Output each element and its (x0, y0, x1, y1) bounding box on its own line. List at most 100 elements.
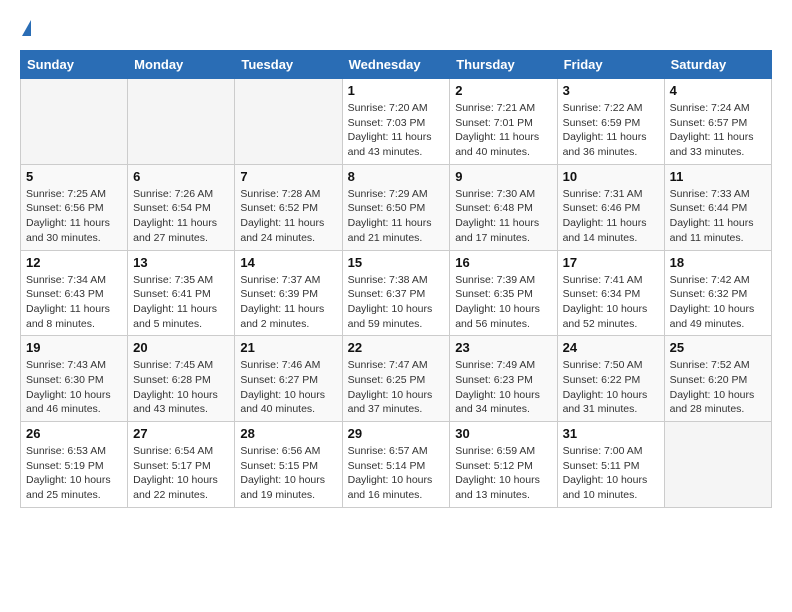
day-info: Sunrise: 7:45 AMSunset: 6:28 PMDaylight:… (133, 358, 229, 417)
day-number: 2 (455, 83, 551, 98)
weekday-header-row: SundayMondayTuesdayWednesdayThursdayFrid… (21, 51, 772, 79)
calendar-cell: 14 Sunrise: 7:37 AMSunset: 6:39 PMDayligh… (235, 250, 342, 336)
calendar-cell: 20 Sunrise: 7:45 AMSunset: 6:28 PMDayligh… (128, 336, 235, 422)
calendar-cell: 6 Sunrise: 7:26 AMSunset: 6:54 PMDaylight… (128, 164, 235, 250)
calendar-cell: 24 Sunrise: 7:50 AMSunset: 6:22 PMDayligh… (557, 336, 664, 422)
calendar-cell: 27 Sunrise: 6:54 AMSunset: 5:17 PMDayligh… (128, 422, 235, 508)
day-number: 4 (670, 83, 766, 98)
day-info: Sunrise: 6:53 AMSunset: 5:19 PMDaylight:… (26, 444, 122, 503)
day-info: Sunrise: 7:49 AMSunset: 6:23 PMDaylight:… (455, 358, 551, 417)
calendar-cell: 29 Sunrise: 6:57 AMSunset: 5:14 PMDayligh… (342, 422, 450, 508)
calendar-cell (21, 79, 128, 165)
calendar-cell: 8Sunrise: 7:29 AMSunset: 6:50 PMDaylight… (342, 164, 450, 250)
day-info: Sunrise: 7:22 AMSunset: 6:59 PMDaylight:… (563, 101, 659, 160)
day-info: Sunrise: 7:00 AMSunset: 5:11 PMDaylight:… (563, 444, 659, 503)
day-info: Sunrise: 7:43 AMSunset: 6:30 PMDaylight:… (26, 358, 122, 417)
day-number: 1 (348, 83, 445, 98)
day-info: Sunrise: 7:47 AMSunset: 6:25 PMDaylight:… (348, 358, 445, 417)
week-row-1: 1 Sunrise: 7:20 AMSunset: 7:03 PMDaylight… (21, 79, 772, 165)
weekday-header-sunday: Sunday (21, 51, 128, 79)
calendar-cell: 22 Sunrise: 7:47 AMSunset: 6:25 PMDayligh… (342, 336, 450, 422)
weekday-header-tuesday: Tuesday (235, 51, 342, 79)
day-number: 18 (670, 255, 766, 270)
day-info: Sunrise: 7:33 AMSunset: 6:44 PMDaylight:… (670, 187, 766, 246)
calendar-cell: 16Sunrise: 7:39 AMSunset: 6:35 PMDayligh… (450, 250, 557, 336)
day-info: Sunrise: 7:28 AMSunset: 6:52 PMDaylight:… (240, 187, 336, 246)
logo (20, 20, 31, 34)
calendar-cell (235, 79, 342, 165)
weekday-header-thursday: Thursday (450, 51, 557, 79)
day-number: 12 (26, 255, 122, 270)
calendar-cell: 2 Sunrise: 7:21 AMSunset: 7:01 PMDaylight… (450, 79, 557, 165)
day-info: Sunrise: 6:59 AMSunset: 5:12 PMDaylight:… (455, 444, 551, 503)
day-info: Sunrise: 7:37 AMSunset: 6:39 PMDaylight:… (240, 273, 336, 332)
day-number: 20 (133, 340, 229, 355)
day-info: Sunrise: 7:52 AMSunset: 6:20 PMDaylight:… (670, 358, 766, 417)
day-info: Sunrise: 7:34 AMSunset: 6:43 PMDaylight:… (26, 273, 122, 332)
day-number: 14 (240, 255, 336, 270)
calendar-cell: 21 Sunrise: 7:46 AMSunset: 6:27 PMDayligh… (235, 336, 342, 422)
calendar-cell: 1 Sunrise: 7:20 AMSunset: 7:03 PMDaylight… (342, 79, 450, 165)
calendar-cell: 10 Sunrise: 7:31 AMSunset: 6:46 PMDayligh… (557, 164, 664, 250)
calendar-cell: 31 Sunrise: 7:00 AMSunset: 5:11 PMDayligh… (557, 422, 664, 508)
day-number: 25 (670, 340, 766, 355)
day-info: Sunrise: 6:56 AMSunset: 5:15 PMDaylight:… (240, 444, 336, 503)
day-number: 28 (240, 426, 336, 441)
day-number: 23 (455, 340, 551, 355)
calendar-cell: 15 Sunrise: 7:38 AMSunset: 6:37 PMDayligh… (342, 250, 450, 336)
day-number: 22 (348, 340, 445, 355)
day-number: 3 (563, 83, 659, 98)
day-number: 30 (455, 426, 551, 441)
calendar-cell: 11 Sunrise: 7:33 AMSunset: 6:44 PMDayligh… (664, 164, 771, 250)
day-info: Sunrise: 7:46 AMSunset: 6:27 PMDaylight:… (240, 358, 336, 417)
day-info: Sunrise: 7:41 AMSunset: 6:34 PMDaylight:… (563, 273, 659, 332)
week-row-2: 5 Sunrise: 7:25 AMSunset: 6:56 PMDaylight… (21, 164, 772, 250)
day-number: 9 (455, 169, 551, 184)
calendar-cell: 9 Sunrise: 7:30 AMSunset: 6:48 PMDaylight… (450, 164, 557, 250)
calendar-cell: 28 Sunrise: 6:56 AMSunset: 5:15 PMDayligh… (235, 422, 342, 508)
day-number: 31 (563, 426, 659, 441)
day-info: Sunrise: 6:57 AMSunset: 5:14 PMDaylight:… (348, 444, 445, 503)
weekday-header-saturday: Saturday (664, 51, 771, 79)
day-number: 15 (348, 255, 445, 270)
week-row-3: 12 Sunrise: 7:34 AMSunset: 6:43 PMDayligh… (21, 250, 772, 336)
day-info: Sunrise: 7:20 AMSunset: 7:03 PMDaylight:… (348, 101, 445, 160)
day-info: Sunrise: 7:35 AMSunset: 6:41 PMDaylight:… (133, 273, 229, 332)
day-number: 21 (240, 340, 336, 355)
day-info: Sunrise: 7:26 AMSunset: 6:54 PMDaylight:… (133, 187, 229, 246)
calendar-cell: 23 Sunrise: 7:49 AMSunset: 6:23 PMDayligh… (450, 336, 557, 422)
calendar-cell: 25 Sunrise: 7:52 AMSunset: 6:20 PMDayligh… (664, 336, 771, 422)
day-number: 6 (133, 169, 229, 184)
day-number: 19 (26, 340, 122, 355)
day-info: Sunrise: 7:38 AMSunset: 6:37 PMDaylight:… (348, 273, 445, 332)
weekday-header-wednesday: Wednesday (342, 51, 450, 79)
calendar-cell (128, 79, 235, 165)
calendar-cell: 19 Sunrise: 7:43 AMSunset: 6:30 PMDayligh… (21, 336, 128, 422)
week-row-5: 26 Sunrise: 6:53 AMSunset: 5:19 PMDayligh… (21, 422, 772, 508)
day-number: 17 (563, 255, 659, 270)
day-info: Sunrise: 7:30 AMSunset: 6:48 PMDaylight:… (455, 187, 551, 246)
calendar-cell: 30 Sunrise: 6:59 AMSunset: 5:12 PMDayligh… (450, 422, 557, 508)
day-number: 11 (670, 169, 766, 184)
day-number: 13 (133, 255, 229, 270)
day-info: Sunrise: 7:25 AMSunset: 6:56 PMDaylight:… (26, 187, 122, 246)
day-number: 16 (455, 255, 551, 270)
logo-triangle-icon (22, 20, 31, 36)
day-info: Sunrise: 6:54 AMSunset: 5:17 PMDaylight:… (133, 444, 229, 503)
calendar-cell: 5 Sunrise: 7:25 AMSunset: 6:56 PMDaylight… (21, 164, 128, 250)
day-number: 8 (348, 169, 445, 184)
day-number: 27 (133, 426, 229, 441)
day-number: 7 (240, 169, 336, 184)
day-number: 29 (348, 426, 445, 441)
calendar-cell: 7 Sunrise: 7:28 AMSunset: 6:52 PMDaylight… (235, 164, 342, 250)
day-info: Sunrise: 7:31 AMSunset: 6:46 PMDaylight:… (563, 187, 659, 246)
day-number: 10 (563, 169, 659, 184)
day-number: 5 (26, 169, 122, 184)
day-info: Sunrise: 7:21 AMSunset: 7:01 PMDaylight:… (455, 101, 551, 160)
day-number: 24 (563, 340, 659, 355)
day-info: Sunrise: 7:50 AMSunset: 6:22 PMDaylight:… (563, 358, 659, 417)
day-number: 26 (26, 426, 122, 441)
day-info: Sunrise: 7:42 AMSunset: 6:32 PMDaylight:… (670, 273, 766, 332)
calendar-cell: 17 Sunrise: 7:41 AMSunset: 6:34 PMDayligh… (557, 250, 664, 336)
calendar-cell: 4Sunrise: 7:24 AMSunset: 6:57 PMDaylight… (664, 79, 771, 165)
